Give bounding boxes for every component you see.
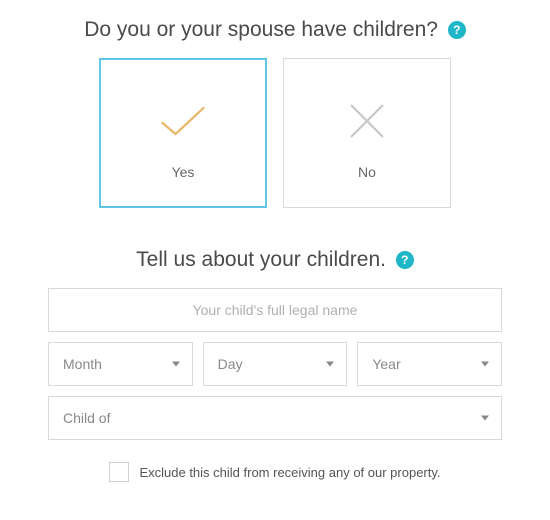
choice-yes[interactable]: Yes (99, 58, 267, 208)
heading-tell-us-text: Tell us about your children. (136, 248, 386, 271)
exclude-row: Exclude this child from receiving any of… (48, 462, 502, 482)
chevron-down-icon (172, 362, 180, 367)
choice-row: Yes No (48, 58, 502, 208)
x-icon (345, 86, 389, 156)
year-select[interactable]: Year (357, 342, 502, 386)
chevron-down-icon (326, 362, 334, 367)
help-icon[interactable]: ? (448, 21, 466, 39)
heading-tell-us: Tell us about your children. ? (48, 248, 502, 272)
help-icon[interactable]: ? (396, 251, 414, 269)
row-child-of: Child of (48, 396, 502, 440)
form-container: Do you or your spouse have children? ? Y… (0, 0, 550, 482)
row-name (48, 288, 502, 332)
month-select-label: Month (63, 356, 102, 372)
exclude-label: Exclude this child from receiving any of… (139, 465, 440, 480)
choice-yes-label: Yes (172, 164, 195, 180)
check-icon (155, 86, 211, 156)
day-select[interactable]: Day (203, 342, 348, 386)
child-of-label: Child of (63, 410, 110, 426)
chevron-down-icon (481, 416, 489, 421)
chevron-down-icon (481, 362, 489, 367)
child-name-input[interactable] (48, 288, 502, 332)
row-dob: Month Day Year (48, 342, 502, 386)
exclude-checkbox[interactable] (109, 462, 129, 482)
choice-no[interactable]: No (283, 58, 451, 208)
choice-no-label: No (358, 164, 376, 180)
question-children-text: Do you or your spouse have children? (84, 18, 438, 41)
day-select-label: Day (218, 356, 243, 372)
question-children: Do you or your spouse have children? ? (48, 18, 502, 42)
month-select[interactable]: Month (48, 342, 193, 386)
child-of-select[interactable]: Child of (48, 396, 502, 440)
year-select-label: Year (372, 356, 400, 372)
